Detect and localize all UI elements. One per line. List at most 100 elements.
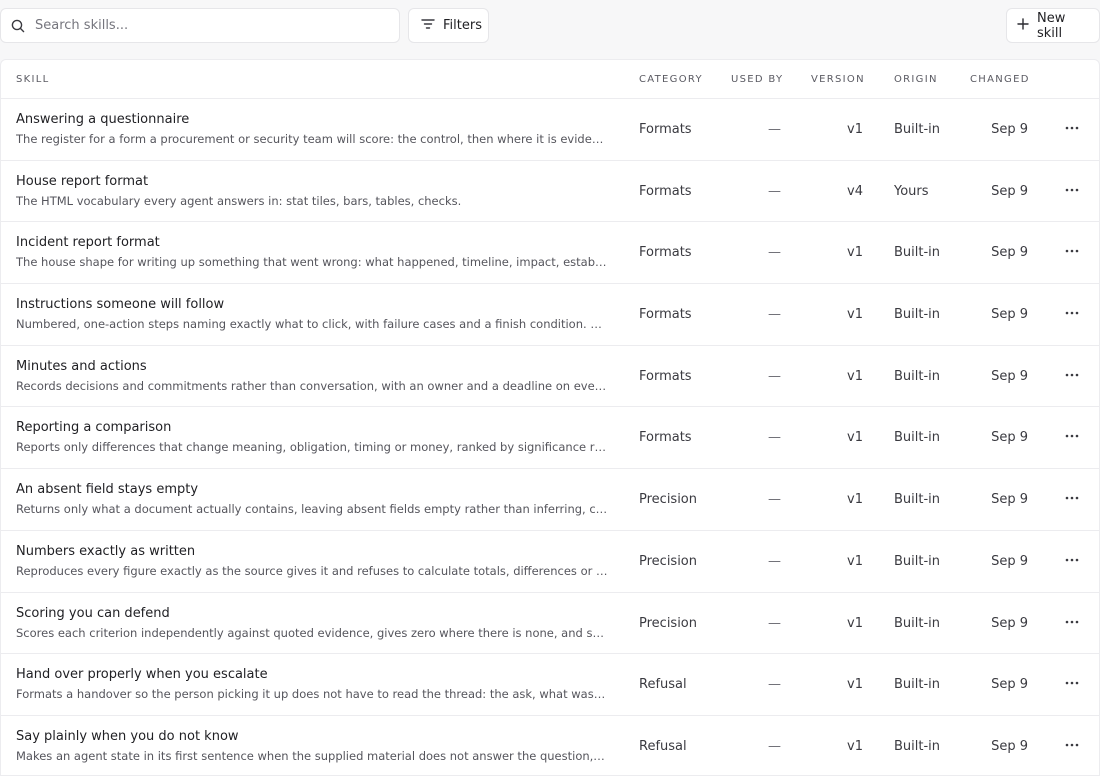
skill-version: v1: [847, 738, 863, 754]
skill-origin: Built-in: [894, 615, 941, 631]
new-skill-button[interactable]: New skill: [1006, 8, 1100, 43]
table-row[interactable]: Reporting a comparison Reports only diff…: [1, 407, 1099, 470]
skill-category: Precision: [639, 615, 698, 631]
skill-category: Formats: [639, 245, 692, 261]
table-row[interactable]: Say plainly when you do not know Makes a…: [1, 716, 1099, 775]
skill-origin: Yours: [894, 183, 929, 199]
more-options-icon[interactable]: [1059, 732, 1085, 758]
column-header-used-by[interactable]: USED BY: [731, 74, 783, 85]
search-input[interactable]: [35, 10, 385, 41]
skill-version: v4: [847, 183, 863, 199]
skill-origin: Built-in: [894, 307, 941, 323]
skill-origin: Built-in: [894, 122, 941, 137]
skill-version: v1: [847, 430, 863, 446]
skill-used-by: —: [768, 245, 781, 261]
skill-category: Formats: [639, 183, 692, 199]
skill-origin: Built-in: [894, 430, 941, 446]
table-row[interactable]: Instructions someone will follow Numbere…: [1, 284, 1099, 346]
skill-name: Instructions someone will follow: [16, 297, 225, 313]
table-row[interactable]: Answering a questionnaire The register f…: [1, 99, 1099, 161]
skill-name: Minutes and actions: [16, 358, 147, 374]
skill-changed: Sep 9: [991, 430, 1028, 446]
more-options-icon[interactable]: [1059, 362, 1085, 388]
skill-description: The HTML vocabulary every agent answers …: [16, 193, 462, 208]
more-options-icon[interactable]: [1059, 609, 1085, 635]
skill-changed: Sep 9: [991, 307, 1028, 323]
skill-changed: Sep 9: [991, 245, 1028, 261]
table-row[interactable]: Hand over properly when you escalate For…: [1, 654, 1099, 716]
filters-label: Filters: [443, 18, 482, 33]
more-options-icon[interactable]: [1059, 423, 1085, 449]
plus-icon: [1017, 17, 1029, 34]
skill-used-by: —: [768, 738, 781, 754]
skill-used-by: —: [768, 307, 781, 323]
skill-description: Records decisions and commitments rather…: [16, 378, 608, 393]
skills-table: SKILL CATEGORY USED BY VERSION ORIGIN CH…: [0, 59, 1100, 776]
skill-changed: Sep 9: [991, 615, 1028, 631]
skill-description: Returns only what a document actually co…: [16, 502, 608, 517]
table-row[interactable]: Incident report format The house shape f…: [1, 222, 1099, 285]
skill-used-by: —: [768, 122, 781, 137]
table-row[interactable]: Minutes and actions Records decisions an…: [1, 346, 1099, 408]
skill-version: v1: [847, 492, 863, 508]
skill-version: v1: [847, 553, 863, 569]
more-options-icon[interactable]: [1059, 300, 1085, 326]
table-row[interactable]: An absent field stays empty Returns only…: [1, 469, 1099, 531]
more-options-icon[interactable]: [1059, 547, 1085, 573]
skill-category: Refusal: [639, 677, 687, 693]
column-header-skill[interactable]: SKILL: [16, 74, 50, 85]
skill-origin: Built-in: [894, 245, 941, 261]
skill-category: Precision: [639, 492, 698, 508]
skill-origin: Built-in: [894, 553, 941, 569]
table-row[interactable]: Numbers exactly as written Reproduces ev…: [1, 531, 1099, 593]
table-row[interactable]: House report format The HTML vocabulary …: [1, 161, 1099, 223]
skill-category: Formats: [639, 122, 692, 137]
skill-changed: Sep 9: [991, 553, 1028, 569]
skill-name: Reporting a comparison: [16, 420, 172, 436]
skill-changed: Sep 9: [991, 183, 1028, 199]
skill-description: The house shape for writing up something…: [16, 255, 608, 270]
table-header: SKILL CATEGORY USED BY VERSION ORIGIN CH…: [1, 60, 1099, 99]
skill-used-by: —: [768, 615, 781, 631]
skill-name: Answering a questionnaire: [16, 112, 190, 127]
skill-category: Formats: [639, 307, 692, 323]
skill-used-by: —: [768, 492, 781, 508]
more-options-icon[interactable]: [1059, 177, 1085, 203]
skill-name: House report format: [16, 173, 149, 189]
skill-changed: Sep 9: [991, 677, 1028, 693]
filters-button[interactable]: Filters: [408, 8, 489, 43]
skill-used-by: —: [768, 677, 781, 693]
skill-description: Scores each criterion independently agai…: [16, 625, 608, 640]
skill-category: Formats: [639, 368, 692, 384]
skill-name: Say plainly when you do not know: [16, 728, 239, 744]
column-header-category[interactable]: CATEGORY: [639, 74, 703, 85]
skill-version: v1: [847, 368, 863, 384]
more-options-icon[interactable]: [1059, 238, 1085, 264]
column-header-origin[interactable]: ORIGIN: [894, 74, 938, 85]
skill-origin: Built-in: [894, 677, 941, 693]
skill-changed: Sep 9: [991, 738, 1028, 754]
skill-used-by: —: [768, 368, 781, 384]
column-header-version[interactable]: VERSION: [811, 74, 865, 85]
column-header-changed[interactable]: CHANGED: [970, 74, 1030, 85]
skill-category: Precision: [639, 553, 698, 569]
skill-version: v1: [847, 677, 863, 693]
skill-description: Makes an agent state in its first senten…: [16, 748, 608, 763]
skill-origin: Built-in: [894, 738, 941, 754]
skill-name: Hand over properly when you escalate: [16, 667, 268, 683]
toolbar: Filters New skill: [0, 8, 1100, 43]
search-icon: [1, 19, 35, 33]
more-options-icon[interactable]: [1059, 115, 1085, 141]
skill-version: v1: [847, 615, 863, 631]
skill-changed: Sep 9: [991, 368, 1028, 384]
skill-description: Reports only differences that change mea…: [16, 440, 608, 455]
skill-changed: Sep 9: [991, 122, 1028, 137]
search-box[interactable]: [0, 8, 400, 43]
table-row[interactable]: Scoring you can defend Scores each crite…: [1, 593, 1099, 655]
more-options-icon[interactable]: [1059, 485, 1085, 511]
more-options-icon[interactable]: [1059, 670, 1085, 696]
skill-changed: Sep 9: [991, 492, 1028, 508]
filter-icon: [421, 18, 435, 34]
skill-description: Reproduces every figure exactly as the s…: [16, 563, 608, 578]
skill-version: v1: [847, 307, 863, 323]
